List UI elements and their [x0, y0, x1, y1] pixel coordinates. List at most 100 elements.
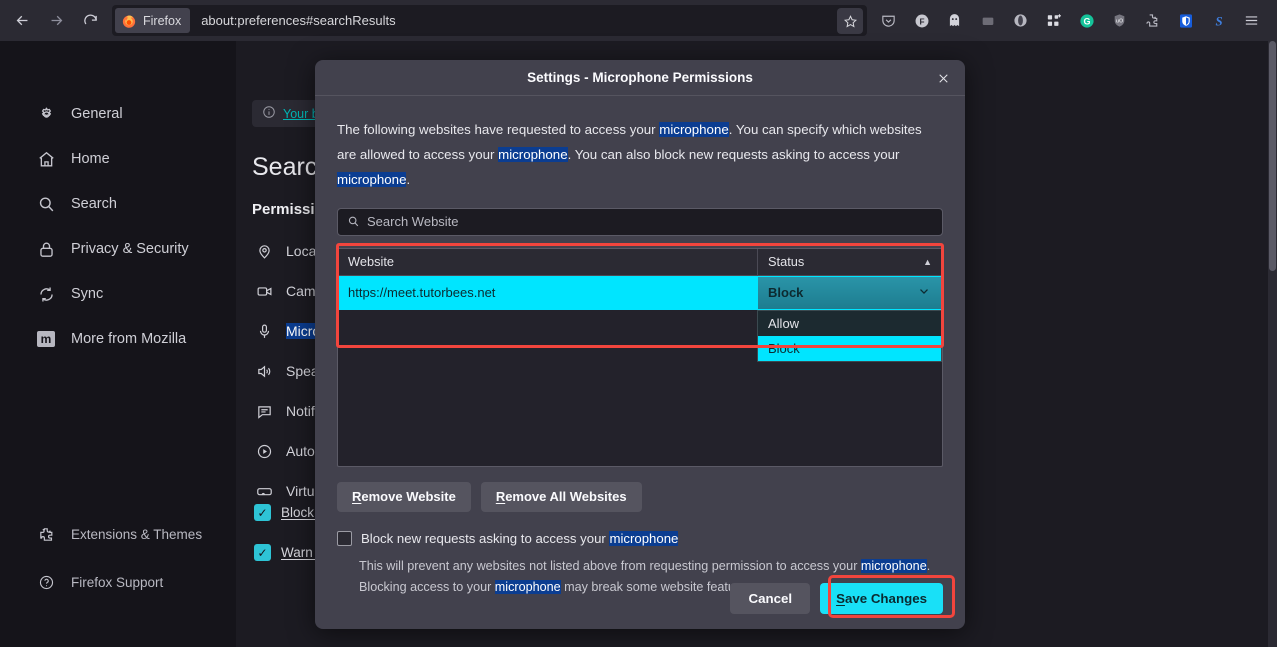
address-bar[interactable]: Firefox about:preferences#searchResults	[112, 5, 867, 36]
sidebar-item-general[interactable]: General	[36, 97, 236, 131]
sidebar-item-home[interactable]: Home	[36, 142, 236, 176]
sync-icon	[36, 284, 56, 304]
grammarly-icon[interactable]: G	[1070, 4, 1103, 37]
remove-all-websites-button[interactable]: Remove All Websites	[481, 482, 642, 512]
sidebar-item-label: Privacy & Security	[71, 241, 189, 257]
opera-icon[interactable]	[1004, 4, 1037, 37]
scrollbar-thumb[interactable]	[1269, 41, 1276, 271]
identity-chip-label: Firefox	[143, 14, 181, 28]
info-icon	[262, 105, 276, 122]
forward-button[interactable]	[40, 5, 72, 37]
screen: General Home Search Privacy & Security	[0, 0, 1277, 647]
search-icon	[347, 215, 360, 228]
dialog-actions: Cancel Save Changes	[730, 583, 943, 614]
pocket-icon[interactable]	[872, 4, 905, 37]
sidebar-item-label: More from Mozilla	[71, 331, 186, 347]
checkbox-checked-icon: ✓	[254, 544, 271, 561]
save-changes-button[interactable]: Save Changes	[820, 583, 943, 614]
sidebar-item-extensions-themes[interactable]: Extensions & Themes	[36, 517, 236, 551]
mozilla-icon: m	[36, 329, 56, 349]
column-header-website[interactable]: Website	[338, 249, 757, 275]
svg-text:S: S	[1215, 14, 1222, 28]
screenshot-icon[interactable]	[971, 4, 1004, 37]
cancel-button[interactable]: Cancel	[730, 583, 810, 614]
dialog-titlebar: Settings - Microphone Permissions	[315, 60, 965, 96]
url-text[interactable]: about:preferences#searchResults	[201, 13, 395, 28]
facebook-container-icon[interactable]: F	[905, 4, 938, 37]
checkbox-unchecked-icon[interactable]	[337, 531, 352, 546]
scribe-icon[interactable]: S	[1202, 4, 1235, 37]
block-new-keyword: microphone	[609, 531, 678, 546]
sidebar-item-label: Search	[71, 196, 117, 212]
lock-icon	[36, 239, 56, 259]
reload-button[interactable]	[74, 5, 106, 37]
sidebar-item-search[interactable]: Search	[36, 187, 236, 221]
checkbox-row-warn-addons[interactable]: ✓ Warn y	[254, 544, 323, 561]
permission-row-autoplay[interactable]: Autop	[254, 441, 323, 461]
footnote-keyword-1: microphone	[861, 559, 927, 573]
permission-row-location[interactable]: Locati	[254, 241, 323, 261]
checkbox-checked-icon: ✓	[254, 504, 271, 521]
sidebar-item-label: Sync	[71, 286, 103, 302]
desc-part3: . You can also block new requests asking…	[568, 147, 900, 162]
sidebar-item-firefox-support[interactable]: Firefox Support	[36, 565, 236, 599]
sidebar-item-label: Firefox Support	[71, 575, 163, 590]
search-website-input[interactable]: Search Website	[337, 208, 943, 236]
footnote-part3: may break some website features.	[561, 580, 756, 594]
navigation-buttons	[0, 5, 106, 37]
notice-text: Your b	[283, 107, 319, 121]
question-circle-icon	[36, 572, 56, 592]
sidebar-bottom-group: Extensions & Themes Firefox Support	[0, 517, 236, 613]
page-scrollbar[interactable]	[1268, 41, 1277, 647]
close-icon[interactable]	[932, 67, 955, 90]
star-icon[interactable]	[837, 8, 863, 34]
status-select[interactable]: Block	[757, 276, 942, 310]
desc-keyword-3: microphone	[337, 172, 406, 187]
status-select-value: Block	[768, 285, 803, 300]
search-placeholder: Search Website	[367, 214, 459, 229]
identity-chip[interactable]: Firefox	[115, 8, 190, 33]
microphone-permissions-dialog: Settings - Microphone Permissions The fo…	[315, 60, 965, 629]
grid-add-icon[interactable]	[1037, 4, 1070, 37]
sidebar-item-more-from-mozilla[interactable]: m More from Mozilla	[36, 322, 236, 356]
remove-website-button[interactable]: Remove Website	[337, 482, 471, 512]
camera-icon	[254, 281, 274, 301]
block-new-requests-checkbox-row[interactable]: Block new requests asking to access your…	[337, 531, 943, 546]
search-icon	[36, 194, 56, 214]
label-rest: ave Changes	[845, 591, 927, 606]
column-header-status[interactable]: Status ▲	[757, 249, 942, 275]
svg-text:uO: uO	[1116, 18, 1123, 24]
section-title: Permissi	[252, 201, 315, 218]
back-button[interactable]	[6, 5, 38, 37]
sidebar-item-label: Home	[71, 151, 110, 167]
notification-icon	[254, 401, 274, 421]
table-row[interactable]: https://meet.tutorbees.net Block Allow B…	[338, 276, 942, 310]
label-rest: emove Website	[361, 489, 455, 504]
sidebar-item-label: General	[71, 106, 123, 122]
chevron-down-icon	[917, 284, 931, 301]
permission-row-virtual-reality[interactable]: Virtua	[254, 481, 322, 501]
firefox-logo-icon	[121, 13, 137, 29]
svg-text:G: G	[1083, 16, 1090, 26]
status-option-allow[interactable]: Allow	[758, 311, 941, 336]
dialog-title: Settings - Microphone Permissions	[527, 70, 753, 85]
sidebar-item-privacy-security[interactable]: Privacy & Security	[36, 232, 236, 266]
ublock-origin-icon[interactable]: uO	[1103, 4, 1136, 37]
location-pin-icon	[254, 241, 274, 261]
sidebar-item-label: Extensions & Themes	[71, 527, 202, 542]
status-option-block[interactable]: Block	[758, 336, 941, 361]
extension-puzzle-icon[interactable]	[1136, 4, 1169, 37]
sidebar-item-sync[interactable]: Sync	[36, 277, 236, 311]
block-new-requests-label: Block new requests asking to access your…	[361, 531, 678, 546]
vr-headset-icon	[254, 481, 274, 501]
desc-part4: .	[406, 172, 410, 187]
accesskey: R	[496, 489, 505, 504]
bitwarden-icon[interactable]	[1169, 4, 1202, 37]
app-menu-icon[interactable]	[1235, 4, 1268, 37]
table-header: Website Status ▲	[338, 249, 942, 276]
status-select-dropdown-list[interactable]: Allow Block	[757, 310, 942, 362]
preferences-sidebar: General Home Search Privacy & Security	[0, 41, 236, 647]
dialog-description: The following websites have requested to…	[337, 118, 943, 193]
table-cell-status[interactable]: Block Allow Block	[757, 276, 942, 310]
ghostery-icon[interactable]	[938, 4, 971, 37]
